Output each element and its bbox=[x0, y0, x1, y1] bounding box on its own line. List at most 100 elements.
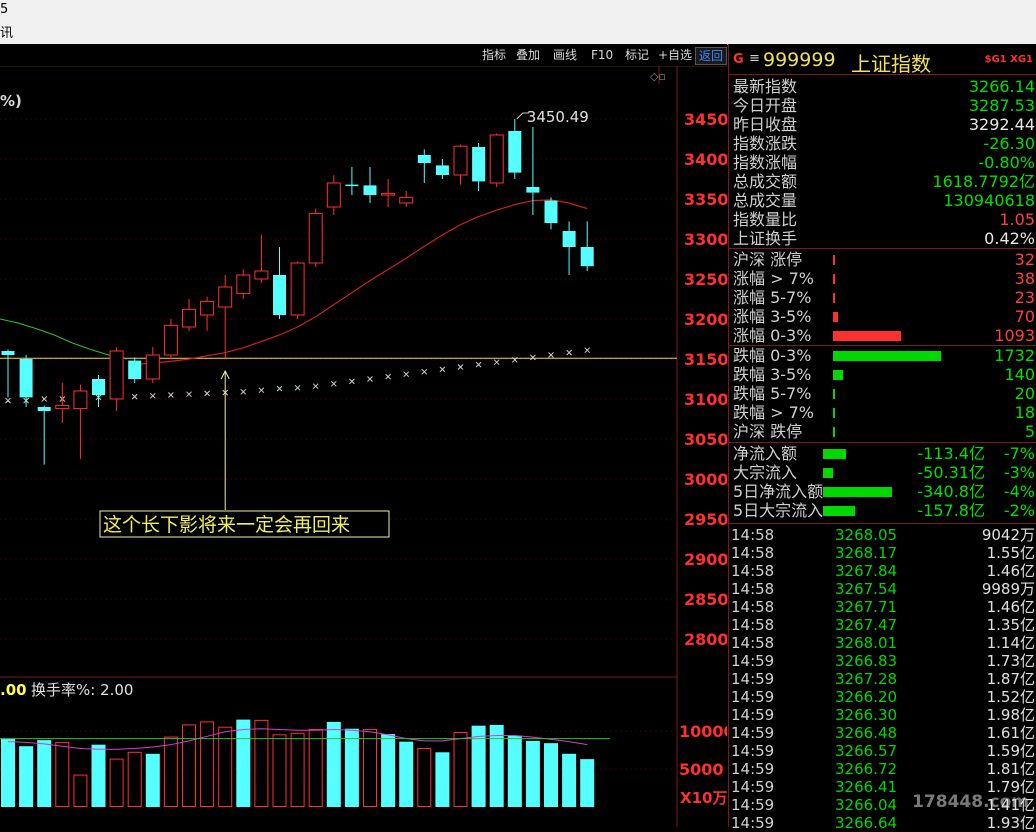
stat-row: 今日开盘 3287.53 bbox=[733, 96, 1035, 115]
stat-label: 总成交量 bbox=[733, 191, 798, 210]
flow-row: 5日净流入额 -340.8亿 -4% bbox=[733, 482, 1035, 501]
dist-label: 涨幅 5-7% bbox=[733, 288, 812, 307]
stock-name: 上证指数 bbox=[851, 52, 931, 76]
tick-price: 3266.64 bbox=[835, 814, 898, 832]
tick-price: 3267.84 bbox=[835, 562, 898, 580]
scroll-icon: ◇▫ bbox=[650, 70, 666, 83]
dist-bar bbox=[833, 274, 836, 284]
indicator-button[interactable]: 指标 bbox=[479, 47, 509, 63]
volume-bar-down bbox=[525, 740, 540, 807]
dist-label: 跌幅 > 7% bbox=[733, 403, 814, 422]
tick-time: 14:58 bbox=[731, 562, 775, 580]
candle-body-up bbox=[326, 182, 341, 208]
tick-price: 3268.01 bbox=[835, 634, 898, 652]
price-tick-label: 3100 bbox=[684, 390, 727, 409]
back-button[interactable]: 返回 bbox=[695, 47, 727, 65]
price-tick-label: 3400 bbox=[684, 150, 727, 169]
quote-panel: G ≡ 999999 上证指数 $G1 XG1 最新指数 3266.14 今日开盘 3287.5… bbox=[728, 44, 1036, 832]
price-tick-label: 3200 bbox=[684, 310, 727, 329]
volume-bar-down bbox=[399, 741, 414, 807]
volume-bar-up bbox=[254, 719, 269, 807]
volume-tick-label: 5000 bbox=[679, 760, 724, 779]
price-tick-label: 3250 bbox=[684, 270, 727, 289]
candle-body-down bbox=[562, 231, 576, 247]
tick-row: 14:58 3267.71 1.46亿 bbox=[731, 598, 1035, 616]
candle-body-down bbox=[1, 351, 15, 355]
tick-volume: 1.98亿 bbox=[986, 706, 1035, 724]
stat-label: 今日开盘 bbox=[733, 96, 798, 115]
volume-bar-down bbox=[580, 759, 595, 807]
down_dist-row: 跌幅 5-7% 20 bbox=[733, 384, 1035, 403]
annotation-text: 这个长下影将来一定会再回来 bbox=[103, 514, 350, 536]
overlay-button[interactable]: 叠加 bbox=[513, 47, 543, 63]
price-tick-label: 3450 bbox=[684, 110, 727, 129]
volume-bar-down bbox=[344, 728, 359, 807]
chart-corner-label: %) bbox=[0, 92, 22, 110]
panel-header: G ≡ 999999 上证指数 $G1 XG1 bbox=[729, 44, 1036, 76]
stat-label: 指数涨幅 bbox=[733, 153, 798, 172]
tick-row: 14:58 3267.47 1.35亿 bbox=[731, 616, 1035, 634]
price-tick-label: 2950 bbox=[684, 510, 727, 529]
flow-row: 5日大宗流入 -157.8亿 -2% bbox=[733, 501, 1035, 520]
price-tick-label: 3350 bbox=[684, 190, 727, 209]
volume-bar-down bbox=[37, 740, 52, 807]
stat-label: 指数涨跌 bbox=[733, 134, 798, 153]
f10-button[interactable]: F10 bbox=[588, 47, 616, 63]
stat-row: 指数涨幅 -0.80% bbox=[733, 153, 1035, 172]
volume-bar-down bbox=[91, 744, 106, 807]
x-marker bbox=[349, 378, 355, 385]
down_dist-row: 跌幅 0-3% 1732 bbox=[733, 346, 1035, 365]
mark-button[interactable]: 标记 bbox=[622, 47, 652, 63]
tick-time: 14:58 bbox=[731, 598, 775, 616]
flow-value: -340.8亿 bbox=[917, 482, 985, 501]
stat-label: 最新指数 bbox=[733, 77, 798, 96]
tick-row: 14:59 3267.28 1.87亿 bbox=[731, 670, 1035, 688]
up_dist-row: 沪深 涨停 32 bbox=[733, 250, 1035, 269]
tick-time: 14:59 bbox=[731, 760, 775, 778]
tick-volume: 1.59亿 bbox=[986, 742, 1035, 760]
x-marker bbox=[276, 385, 283, 392]
tick-time: 14:58 bbox=[731, 634, 775, 652]
tick-time: 14:58 bbox=[731, 580, 775, 598]
flow-label: 5日大宗流入 bbox=[733, 501, 824, 520]
dist-label: 沪深 跌停 bbox=[733, 422, 803, 441]
stat-value: 3266.14 bbox=[968, 77, 1035, 96]
x-marker bbox=[530, 354, 536, 361]
panel-separator bbox=[729, 523, 1036, 524]
x-marker bbox=[312, 383, 319, 390]
tick-row: 14:59 3266.64 1.93亿 bbox=[731, 814, 1035, 832]
x-marker bbox=[367, 376, 373, 382]
x-marker bbox=[421, 368, 428, 375]
dist-label: 涨幅 3-5% bbox=[733, 307, 812, 326]
candle-body-up bbox=[55, 404, 70, 410]
kline-chart[interactable]: ◇▫ 3450 3400 3350 3300 3250 3200 3150 3100 3050 30… bbox=[0, 66, 727, 827]
flow-row: 大宗流入 -50.31亿 -3% bbox=[733, 463, 1035, 482]
tick-volume: 1.61亿 bbox=[986, 724, 1035, 742]
dist-bar bbox=[833, 331, 902, 341]
tick-price: 3267.47 bbox=[835, 616, 898, 634]
dist-bar bbox=[833, 351, 941, 361]
stat-row: 总成交额 1618.7792亿 bbox=[733, 172, 1035, 191]
price-tick-label: 3000 bbox=[684, 470, 727, 489]
x-marker bbox=[131, 393, 138, 400]
candle-body-up bbox=[254, 270, 269, 280]
tick-time: 14:58 bbox=[731, 616, 775, 634]
menu-icon[interactable]: ≡ bbox=[749, 51, 760, 66]
tick-row: 14:59 3266.30 1.98亿 bbox=[731, 706, 1035, 724]
candle-body-up bbox=[182, 308, 196, 328]
tick-row: 14:58 3268.05 9042万 bbox=[731, 526, 1035, 544]
add-watchlist-button[interactable]: +自选 bbox=[655, 47, 695, 63]
volume-bar-up bbox=[290, 732, 305, 808]
stock-code: 999999 bbox=[763, 49, 836, 71]
flow-pct: -3% bbox=[1003, 463, 1035, 482]
tick-volume: 1.35亿 bbox=[986, 616, 1035, 634]
flow-pct: -4% bbox=[1003, 482, 1035, 501]
tick-price: 3266.20 bbox=[835, 688, 898, 706]
candle-body-down bbox=[508, 131, 522, 173]
volume-bar-down bbox=[381, 734, 396, 807]
dist-value: 70 bbox=[1014, 307, 1035, 326]
volume-bar-down bbox=[19, 746, 34, 807]
draw-line-button[interactable]: 画线 bbox=[550, 47, 580, 63]
tick-row: 14:59 3266.20 1.52亿 bbox=[731, 688, 1035, 706]
volume-bar-up bbox=[417, 747, 432, 807]
